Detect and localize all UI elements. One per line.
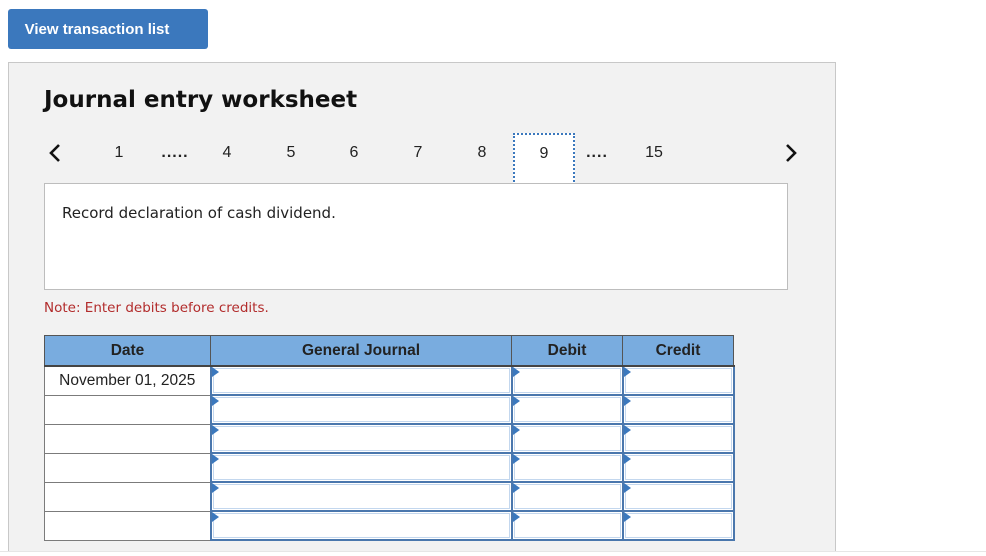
chevron-left-icon[interactable] bbox=[45, 141, 65, 165]
account-field[interactable] bbox=[212, 484, 510, 509]
header-credit: Credit bbox=[622, 335, 734, 367]
date-cell bbox=[44, 423, 211, 454]
date-cell bbox=[44, 510, 211, 541]
debit-input[interactable] bbox=[510, 452, 624, 483]
account-field[interactable] bbox=[212, 368, 510, 393]
journal-entry-worksheet-panel: Journal entry worksheet 1 ..... 4 5 6 7 … bbox=[8, 62, 836, 552]
journal-table: Date General Journal Debit Credit Novemb… bbox=[44, 335, 735, 541]
debit-field[interactable] bbox=[513, 513, 621, 538]
account-input[interactable] bbox=[209, 394, 513, 425]
debit-input[interactable] bbox=[510, 394, 624, 425]
debit-field[interactable] bbox=[513, 368, 621, 393]
divider bbox=[0, 551, 986, 552]
nav-page-7[interactable]: 7 bbox=[408, 133, 428, 173]
input-indicator-icon bbox=[512, 483, 520, 493]
credit-field[interactable] bbox=[624, 513, 732, 538]
table-row bbox=[44, 394, 735, 425]
account-input[interactable] bbox=[209, 423, 513, 454]
nav-page-8[interactable]: 8 bbox=[472, 133, 492, 173]
credit-field[interactable] bbox=[624, 455, 732, 480]
account-field[interactable] bbox=[212, 426, 510, 451]
transaction-description: Record declaration of cash dividend. bbox=[62, 204, 336, 222]
chevron-right-icon[interactable] bbox=[781, 141, 801, 165]
nav-page-1[interactable]: 1 bbox=[109, 133, 129, 173]
account-input[interactable] bbox=[209, 365, 513, 396]
nav-page-9-active[interactable]: 9 bbox=[513, 133, 575, 185]
dropdown-indicator-icon bbox=[211, 512, 219, 522]
account-field[interactable] bbox=[212, 513, 510, 538]
table-row: November 01, 2025 bbox=[44, 365, 735, 396]
credit-input[interactable] bbox=[621, 394, 735, 425]
dropdown-indicator-icon bbox=[211, 483, 219, 493]
date-cell: November 01, 2025 bbox=[44, 365, 211, 396]
account-input[interactable] bbox=[209, 452, 513, 483]
debit-input[interactable] bbox=[510, 510, 624, 541]
header-general-journal: General Journal bbox=[210, 335, 512, 367]
nav-page-4[interactable]: 4 bbox=[217, 133, 237, 173]
credit-field[interactable] bbox=[624, 397, 732, 422]
table-row bbox=[44, 510, 735, 541]
credit-field[interactable] bbox=[624, 426, 732, 451]
page-title: Journal entry worksheet bbox=[44, 87, 358, 113]
table-header-row: Date General Journal Debit Credit bbox=[44, 335, 734, 367]
date-cell bbox=[44, 452, 211, 483]
nav-page-5[interactable]: 5 bbox=[281, 133, 301, 173]
input-indicator-icon bbox=[623, 454, 631, 464]
input-indicator-icon bbox=[512, 396, 520, 406]
credit-input[interactable] bbox=[621, 423, 735, 454]
input-indicator-icon bbox=[623, 512, 631, 522]
dropdown-indicator-icon bbox=[211, 396, 219, 406]
credit-field[interactable] bbox=[624, 368, 732, 393]
credit-field[interactable] bbox=[624, 484, 732, 509]
account-input[interactable] bbox=[209, 481, 513, 512]
dropdown-indicator-icon bbox=[211, 454, 219, 464]
worksheet-pagination: 1 ..... 4 5 6 7 8 9 .... 15 bbox=[9, 133, 837, 185]
input-indicator-icon bbox=[623, 425, 631, 435]
table-row bbox=[44, 452, 735, 483]
debit-field[interactable] bbox=[513, 455, 621, 480]
debit-credit-note: Note: Enter debits before credits. bbox=[44, 300, 269, 316]
credit-input[interactable] bbox=[621, 510, 735, 541]
debit-field[interactable] bbox=[513, 397, 621, 422]
table-row bbox=[44, 423, 735, 454]
debit-input[interactable] bbox=[510, 481, 624, 512]
input-indicator-icon bbox=[512, 367, 520, 377]
account-field[interactable] bbox=[212, 397, 510, 422]
date-cell bbox=[44, 394, 211, 425]
debit-field[interactable] bbox=[513, 426, 621, 451]
debit-input[interactable] bbox=[510, 423, 624, 454]
credit-input[interactable] bbox=[621, 481, 735, 512]
input-indicator-icon bbox=[623, 396, 631, 406]
nav-ellipsis: .... bbox=[586, 144, 608, 161]
date-cell bbox=[44, 481, 211, 512]
debit-input[interactable] bbox=[510, 365, 624, 396]
input-indicator-icon bbox=[512, 454, 520, 464]
account-field[interactable] bbox=[212, 455, 510, 480]
input-indicator-icon bbox=[623, 367, 631, 377]
dropdown-indicator-icon bbox=[211, 367, 219, 377]
input-indicator-icon bbox=[512, 425, 520, 435]
dropdown-indicator-icon bbox=[211, 425, 219, 435]
header-date: Date bbox=[44, 335, 211, 367]
input-indicator-icon bbox=[623, 483, 631, 493]
table-row bbox=[44, 481, 735, 512]
transaction-description-box: Record declaration of cash dividend. bbox=[44, 183, 788, 290]
nav-page-6[interactable]: 6 bbox=[344, 133, 364, 173]
nav-page-15[interactable]: 15 bbox=[639, 133, 669, 173]
header-debit: Debit bbox=[511, 335, 623, 367]
nav-ellipsis: ..... bbox=[161, 144, 189, 161]
view-transaction-list-button[interactable]: View transaction list bbox=[8, 9, 208, 49]
credit-input[interactable] bbox=[621, 365, 735, 396]
credit-input[interactable] bbox=[621, 452, 735, 483]
input-indicator-icon bbox=[512, 512, 520, 522]
debit-field[interactable] bbox=[513, 484, 621, 509]
account-input[interactable] bbox=[209, 510, 513, 541]
